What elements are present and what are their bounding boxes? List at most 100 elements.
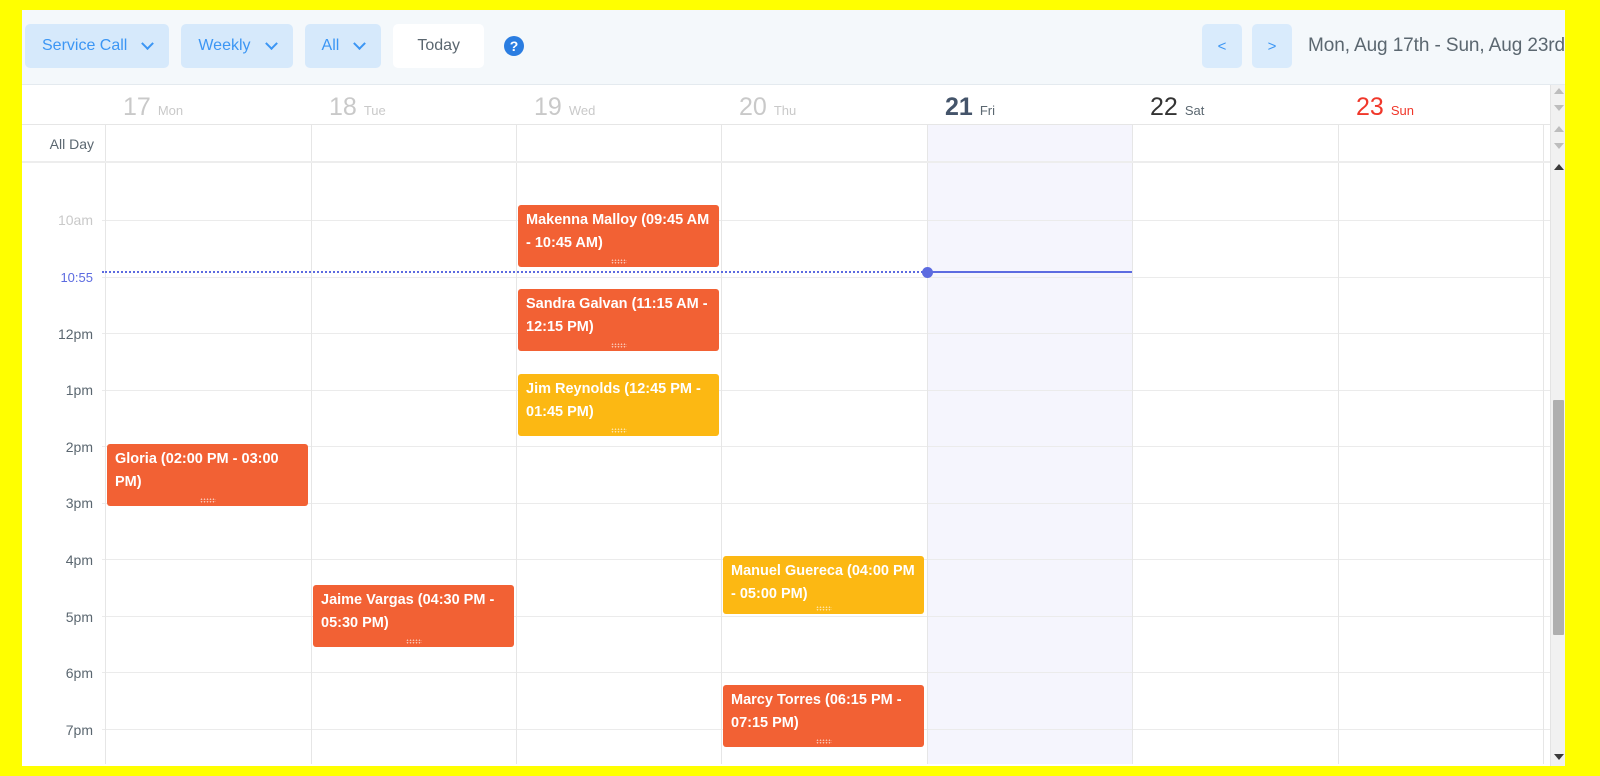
column-divider [1132, 163, 1133, 764]
day-of-week: Sun [1390, 103, 1414, 118]
toolbar-right-group: < > Mon, Aug 17th - Sun, Aug 23rd [1202, 24, 1565, 68]
current-time-line [927, 271, 1132, 273]
hour-gridline [102, 446, 1565, 448]
chevron-down-icon [264, 36, 278, 50]
service-call-dropdown[interactable]: Service Call [25, 24, 170, 68]
day-header-fri[interactable]: 21 Fri [945, 85, 995, 125]
scroll-down-icon[interactable] [1553, 104, 1564, 113]
calendar-event[interactable]: Jaime Vargas (04:30 PM - 05:30 PM) [313, 585, 514, 647]
today-button[interactable]: Today [393, 24, 485, 68]
column-divider [1132, 125, 1133, 161]
scroll-up-icon[interactable] [1553, 163, 1564, 172]
column-divider [1338, 125, 1339, 161]
event-resize-handle[interactable] [815, 606, 832, 611]
time-gutter-label: 12pm [57, 325, 93, 342]
day-of-week: Wed [568, 103, 596, 118]
scroll-down-icon[interactable] [1553, 753, 1564, 762]
column-divider [721, 163, 722, 764]
day-number: 17 [123, 93, 151, 121]
calendar-event[interactable]: Marcy Torres (06:15 PM - 07:15 PM) [723, 685, 924, 747]
column-divider [516, 125, 517, 161]
column-divider [311, 163, 312, 764]
hour-gridline [102, 220, 1565, 221]
day-number: 18 [329, 93, 357, 121]
all-filter-dropdown[interactable]: All [304, 24, 382, 68]
day-of-week: Tue [363, 103, 386, 118]
chevron-down-icon [353, 36, 367, 50]
time-gutter-label: 10am [57, 212, 93, 228]
day-header-sat[interactable]: 22 Sat [1150, 85, 1204, 125]
day-of-week: Thu [773, 103, 797, 118]
current-time-dotted-line [102, 271, 927, 273]
event-resize-handle[interactable] [815, 739, 832, 744]
chevron-down-icon [141, 36, 155, 50]
event-resize-handle[interactable] [610, 343, 627, 348]
time-gutter-label: 5pm [65, 608, 93, 625]
calendar-event[interactable]: Manuel Guereca (04:00 PM - 05:00 PM) [723, 556, 924, 614]
next-week-button[interactable]: > [1252, 24, 1293, 68]
day-number: 21 [945, 93, 973, 121]
calendar-event[interactable]: Sandra Galvan (11:15 AM - 12:15 PM) [518, 289, 719, 351]
calendar-event-title: Marcy Torres (06:15 PM - 07:15 PM) [731, 692, 902, 732]
calendar-event[interactable]: Gloria (02:00 PM - 03:00 PM) [107, 444, 308, 506]
column-divider [721, 125, 722, 161]
time-grid: 10am 10:55 12pm 1pm 2pm 3pm 4pm 5pm 6pm 7pm Makenn… [22, 163, 1565, 764]
all-day-cell-today[interactable] [927, 125, 1132, 161]
day-header-sun[interactable]: 23 Sun [1356, 85, 1414, 125]
calendar-event-title: Jim Reynolds (12:45 PM - 01:45 PM) [526, 381, 701, 421]
event-resize-handle[interactable] [610, 428, 627, 433]
vertical-scrollbar[interactable] [1550, 85, 1565, 766]
time-gutter-label: 2pm [65, 438, 93, 455]
service-call-dropdown-label: Service Call [42, 37, 128, 54]
column-divider [1338, 163, 1339, 764]
calendar-app: Service Call Weekly All Today ? < > Mon,… [22, 10, 1565, 766]
column-divider [516, 163, 517, 764]
day-header-thu[interactable]: 20 Thu [739, 85, 796, 125]
date-range-label: Mon, Aug 17th - Sun, Aug 23rd [1308, 35, 1565, 56]
day-header-tue[interactable]: 18 Tue [329, 85, 386, 125]
column-divider [311, 125, 312, 161]
day-number: 23 [1356, 93, 1384, 121]
all-day-label: All Day [49, 136, 94, 152]
toolbar: Service Call Weekly All Today ? < > Mon,… [22, 10, 1565, 85]
scrollbar-thumb[interactable] [1553, 400, 1564, 635]
calendar-event-title: Manuel Guereca (04:00 PM - 05:00 PM) [731, 563, 915, 603]
scroll-down-icon[interactable] [1553, 142, 1564, 151]
day-number: 20 [739, 93, 767, 121]
page-frame: Service Call Weekly All Today ? < > Mon,… [0, 0, 1600, 776]
hour-gridline [102, 389, 1565, 391]
event-resize-handle[interactable] [199, 498, 216, 503]
day-number: 19 [534, 93, 562, 121]
event-resize-handle[interactable] [610, 259, 627, 264]
help-icon[interactable]: ? [504, 36, 525, 56]
current-time-label: 10:55 [60, 269, 93, 285]
column-divider [1543, 163, 1544, 764]
time-gutter-label: 4pm [65, 551, 93, 568]
view-mode-dropdown[interactable]: Weekly [181, 24, 293, 68]
prev-week-button[interactable]: < [1202, 24, 1243, 68]
calendar-event-title: Makenna Malloy (09:45 AM - 10:45 AM) [526, 212, 710, 252]
all-filter-dropdown-label: All [321, 37, 340, 54]
calendar-event-title: Gloria (02:00 PM - 03:00 PM) [115, 451, 279, 491]
day-of-week: Fri [979, 103, 995, 118]
all-day-row: All Day [22, 125, 1565, 163]
scroll-up-icon[interactable] [1553, 87, 1564, 96]
toolbar-left-group: Service Call Weekly All Today ? [25, 24, 525, 68]
hour-gridline [102, 276, 1565, 278]
day-header-mon[interactable]: 17 Mon [123, 85, 183, 125]
event-resize-handle[interactable] [405, 639, 422, 644]
scroll-up-icon[interactable] [1553, 125, 1564, 134]
day-header-row: 17 Mon 18 Tue 19 Wed 20 Thu 21 Fri 22 Sat 23 Sun [22, 85, 1565, 125]
calendar-event[interactable]: Jim Reynolds (12:45 PM - 01:45 PM) [518, 374, 719, 436]
time-gutter-label: 1pm [65, 382, 93, 399]
column-divider [927, 163, 928, 764]
day-header-wed[interactable]: 19 Wed [534, 85, 595, 125]
view-mode-dropdown-label: Weekly [198, 37, 251, 54]
calendar-event-title: Jaime Vargas (04:30 PM - 05:30 PM) [321, 592, 495, 632]
calendar-event[interactable]: Makenna Malloy (09:45 AM - 10:45 AM) [518, 205, 719, 267]
hour-gridline [102, 502, 1565, 504]
column-divider [105, 125, 106, 161]
calendar-grid: 17 Mon 18 Tue 19 Wed 20 Thu 21 Fri 22 Sat 23 Sun All … [22, 85, 1565, 766]
day-of-week: Mon [157, 103, 184, 118]
time-gutter-label: 6pm [65, 665, 93, 681]
